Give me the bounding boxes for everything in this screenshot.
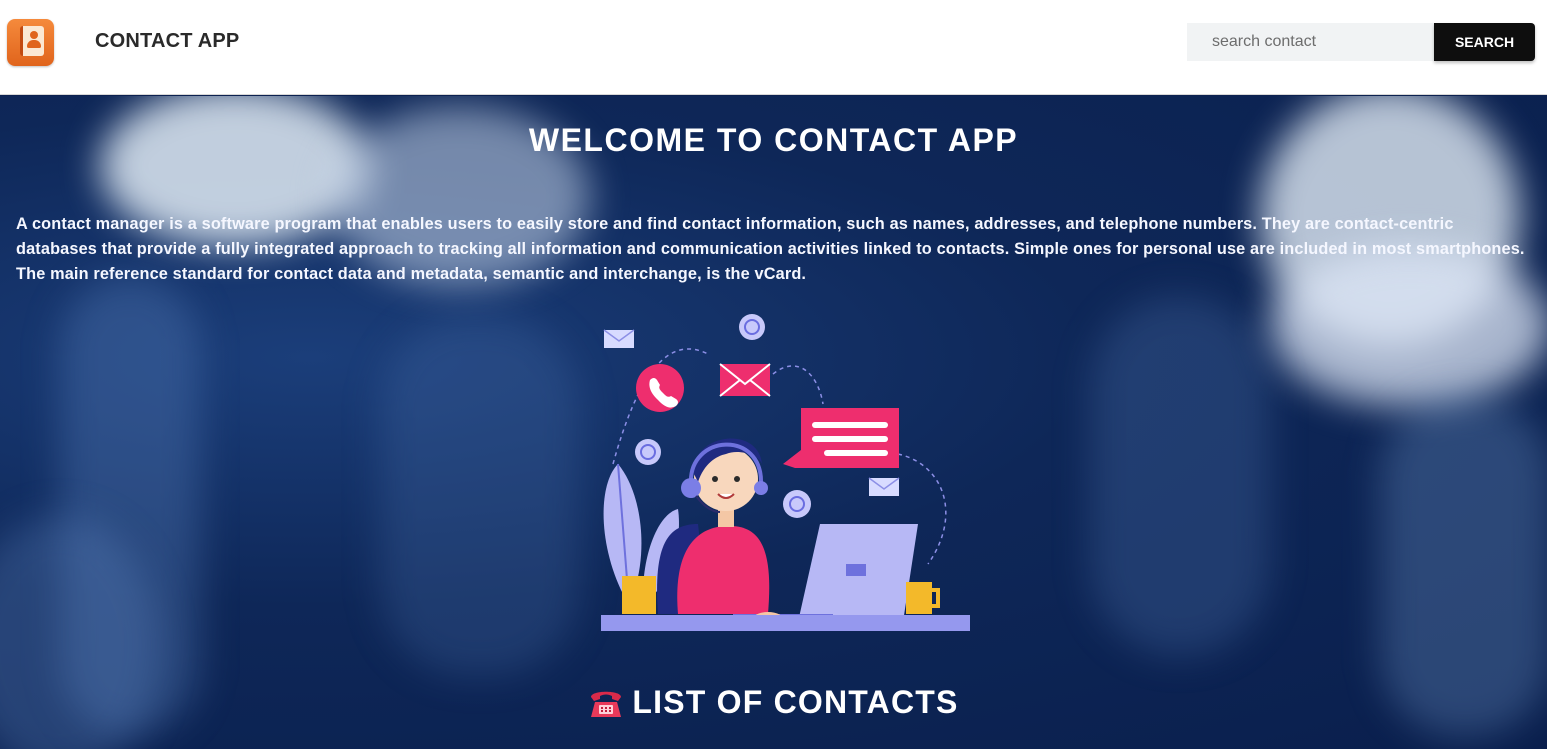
intro-paragraph: A contact manager is a software program … <box>16 215 1525 283</box>
search-button[interactable]: SEARCH <box>1434 23 1535 61</box>
contacts-list-heading: LIST OF CONTACTS <box>0 684 1547 721</box>
pink-phone-icon <box>636 364 684 412</box>
customer-support-illustration <box>601 314 970 631</box>
background-blur <box>380 316 580 676</box>
envelope-icon <box>868 477 900 496</box>
contacts-list-heading-text: LIST OF CONTACTS <box>632 684 959 720</box>
phone-bubble-icon <box>635 439 661 465</box>
background-blur <box>1090 296 1270 656</box>
envelope-icon <box>603 329 635 348</box>
search-input[interactable] <box>1187 23 1435 61</box>
hero-section: WELCOME TO CONTACT APP A contact manager… <box>0 96 1547 749</box>
welcome-title: WELCOME TO CONTACT APP <box>528 122 1019 158</box>
chat-bubble-icon <box>783 408 899 468</box>
telephone-icon <box>591 691 622 717</box>
phone-bubble-icon <box>739 314 765 340</box>
navbar: CONTACT APP SEARCH <box>0 0 1547 95</box>
contact-book-logo-icon[interactable] <box>7 19 54 66</box>
app-title[interactable]: CONTACT APP <box>95 30 239 53</box>
mug-icon <box>906 582 940 614</box>
envelope-icon <box>719 363 771 397</box>
phone-bubble-icon <box>783 490 811 518</box>
